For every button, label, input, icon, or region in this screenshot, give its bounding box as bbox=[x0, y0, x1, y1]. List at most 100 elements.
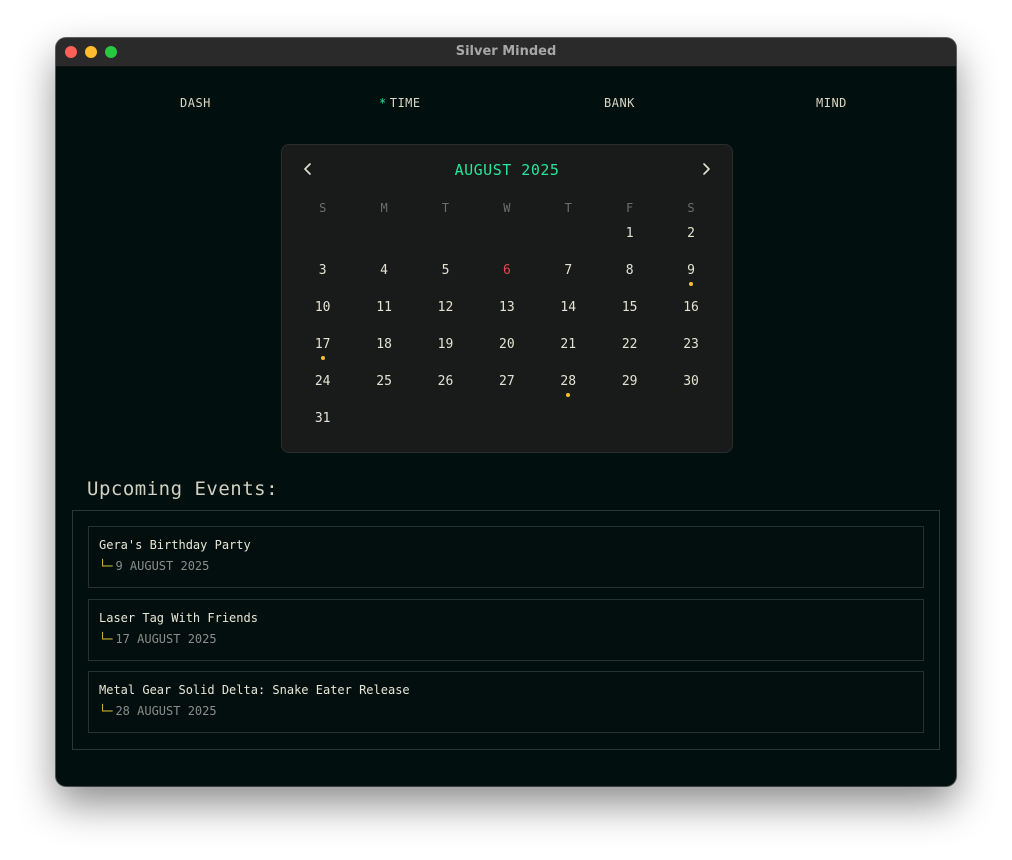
calendar-day[interactable]: 3 bbox=[292, 262, 353, 299]
active-marker-icon: * bbox=[379, 96, 387, 110]
calendar-day[interactable]: 7 bbox=[538, 262, 599, 299]
calendar-day[interactable]: 24 bbox=[292, 373, 353, 410]
calendar-empty-cell bbox=[476, 225, 537, 262]
next-month-button[interactable] bbox=[694, 157, 718, 181]
event-name: Laser Tag With Friends bbox=[99, 611, 258, 625]
calendar-day-number: 6 bbox=[502, 263, 511, 278]
event-date: 17 AUGUST 2025 bbox=[115, 632, 217, 646]
calendar-day[interactable]: 6 bbox=[476, 262, 537, 299]
calendar-empty-cell bbox=[660, 410, 721, 447]
calendar-day[interactable]: 26 bbox=[415, 373, 476, 410]
calendar-day[interactable]: 1 bbox=[599, 225, 660, 262]
calendar-empty-cell bbox=[538, 225, 599, 262]
weekday-label: T bbox=[441, 201, 450, 215]
event-card[interactable]: Metal Gear Solid Delta: Snake Eater Rele… bbox=[88, 671, 924, 733]
nav-item-time[interactable]: * TIME bbox=[379, 96, 421, 110]
calendar-day[interactable]: 11 bbox=[353, 299, 414, 336]
calendar-day-number: 15 bbox=[621, 300, 638, 315]
calendar-day[interactable]: 16 bbox=[660, 299, 721, 336]
calendar-day-number: 24 bbox=[314, 374, 331, 389]
event-name: Metal Gear Solid Delta: Snake Eater Rele… bbox=[99, 683, 410, 697]
calendar-day[interactable]: 31 bbox=[292, 410, 353, 447]
calendar-day[interactable]: 28 bbox=[538, 373, 599, 410]
nav-item-mind[interactable]: MIND bbox=[816, 96, 847, 110]
tree-branch-icon: └─ bbox=[99, 632, 112, 646]
calendar-day-number: 27 bbox=[499, 374, 515, 389]
calendar-day-number: 7 bbox=[564, 263, 573, 278]
calendar-day[interactable]: 5 bbox=[415, 262, 476, 299]
weekday-label: S bbox=[319, 201, 327, 215]
title-bar: Silver Minded bbox=[56, 38, 956, 67]
calendar-empty-cell bbox=[476, 410, 537, 447]
calendar-week-row: 24 25 26 27 28 29 30 bbox=[292, 373, 722, 410]
top-nav: DASH * TIME BANK MIND bbox=[56, 96, 956, 116]
calendar-day-number: 9 bbox=[687, 263, 695, 278]
calendar-day[interactable]: 4 bbox=[353, 262, 414, 299]
chevron-right-icon bbox=[703, 163, 710, 175]
calendar: AUGUST 2025 S M T W T F S 1 2 3 4 5 6 7 8 9 10 11 12 13 14 15… bbox=[281, 144, 733, 453]
calendar-day-number: 25 bbox=[376, 374, 392, 389]
calendar-day-number: 21 bbox=[560, 337, 577, 352]
calendar-day-number: 16 bbox=[683, 300, 699, 315]
calendar-empty-cell bbox=[599, 410, 660, 447]
calendar-day-number: 3 bbox=[318, 263, 327, 278]
calendar-day-number: 5 bbox=[441, 263, 450, 278]
calendar-day-number: 20 bbox=[499, 337, 515, 352]
calendar-day[interactable]: 9 bbox=[660, 262, 721, 299]
calendar-day[interactable]: 15 bbox=[599, 299, 660, 336]
events-list: Gera's Birthday Party └─ 9 AUGUST 2025 La… bbox=[72, 510, 940, 750]
calendar-day-number: 19 bbox=[437, 337, 454, 352]
calendar-week-row: 12 bbox=[292, 225, 722, 262]
calendar-week-row: 3 4 5 6 7 8 9 bbox=[292, 262, 722, 299]
calendar-day[interactable]: 19 bbox=[415, 336, 476, 373]
weekday-label: S bbox=[687, 201, 695, 215]
calendar-day[interactable]: 23 bbox=[660, 336, 721, 373]
weekday-header-row: SMTWTFS bbox=[292, 199, 722, 225]
event-date: 9 AUGUST 2025 bbox=[115, 559, 210, 573]
calendar-day-number: 12 bbox=[437, 300, 454, 315]
calendar-day-number: 30 bbox=[683, 374, 699, 389]
calendar-day[interactable]: 8 bbox=[599, 262, 660, 299]
calendar-day[interactable]: 30 bbox=[660, 373, 721, 410]
nav-item-time-label: TIME bbox=[389, 96, 421, 110]
calendar-week-row: 31 bbox=[292, 410, 722, 447]
calendar-day[interactable]: 25 bbox=[353, 373, 414, 410]
calendar-day[interactable]: 10 bbox=[292, 299, 353, 336]
event-name: Gera's Birthday Party bbox=[99, 538, 251, 552]
calendar-day-number: 18 bbox=[376, 337, 392, 352]
calendar-day[interactable]: 12 bbox=[415, 299, 476, 336]
calendar-empty-cell bbox=[353, 225, 414, 262]
weekday-label: T bbox=[564, 201, 572, 215]
calendar-empty-cell bbox=[292, 225, 353, 262]
calendar-day[interactable]: 22 bbox=[599, 336, 660, 373]
calendar-empty-cell bbox=[353, 410, 414, 447]
event-card[interactable]: Laser Tag With Friends └─ 17 AUGUST 2025 bbox=[88, 599, 924, 661]
calendar-day[interactable]: 29 bbox=[599, 373, 660, 410]
calendar-day[interactable]: 27 bbox=[476, 373, 537, 410]
tree-branch-icon: └─ bbox=[99, 559, 112, 573]
calendar-day-number: 22 bbox=[621, 337, 638, 352]
events-heading: Upcoming Events: bbox=[87, 478, 279, 500]
calendar-day-number: 2 bbox=[687, 226, 695, 241]
weekday-label: M bbox=[380, 201, 388, 215]
calendar-day-number: 10 bbox=[314, 300, 331, 315]
calendar-day[interactable]: 17 bbox=[292, 336, 353, 373]
calendar-day[interactable]: 21 bbox=[538, 336, 599, 373]
nav-item-dash[interactable]: DASH bbox=[180, 96, 211, 110]
event-date-row: └─ 28 AUGUST 2025 bbox=[99, 704, 217, 718]
calendar-day-number: 11 bbox=[376, 300, 392, 315]
event-dot-icon bbox=[566, 393, 571, 397]
calendar-day[interactable]: 20 bbox=[476, 336, 537, 373]
event-card[interactable]: Gera's Birthday Party └─ 9 AUGUST 2025 bbox=[88, 526, 924, 588]
nav-item-bank[interactable]: BANK bbox=[604, 96, 635, 110]
calendar-day-number: 31 bbox=[314, 411, 331, 426]
app-window: Silver Minded DASH * TIME BANK MIND AUGUS… bbox=[56, 38, 956, 786]
calendar-day-number: 17 bbox=[314, 337, 331, 352]
calendar-day-number: 4 bbox=[380, 263, 388, 278]
calendar-day[interactable]: 14 bbox=[538, 299, 599, 336]
calendar-day[interactable]: 18 bbox=[353, 336, 414, 373]
calendar-day[interactable]: 2 bbox=[660, 225, 721, 262]
calendar-week-row: 10 11 12 13 14 15 16 bbox=[292, 299, 722, 336]
event-dot-icon bbox=[689, 282, 694, 286]
calendar-day[interactable]: 13 bbox=[476, 299, 537, 336]
